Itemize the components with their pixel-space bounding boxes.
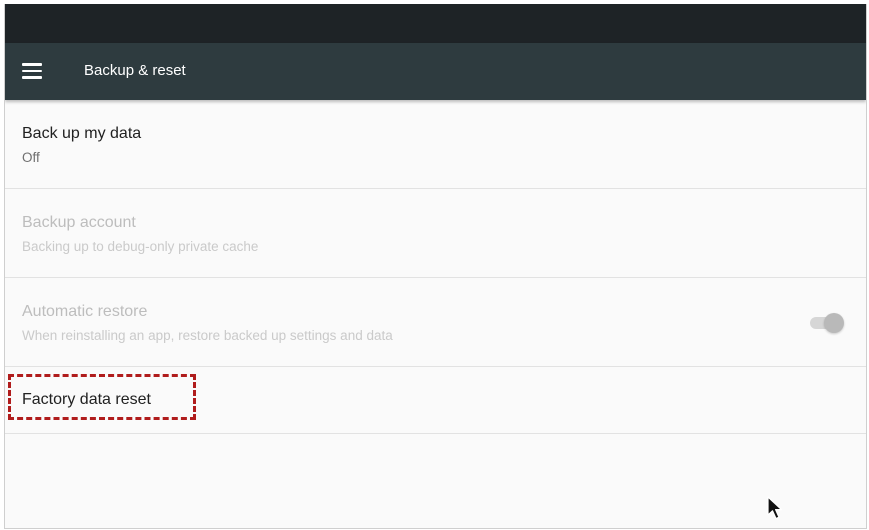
mouse-pointer-icon	[767, 496, 783, 520]
device-screen: Backup & reset Back up my data Off Backu…	[4, 4, 867, 529]
page-title: Backup & reset	[84, 62, 186, 79]
automatic-restore-toggle[interactable]	[808, 313, 844, 333]
toggle-thumb	[824, 313, 844, 333]
app-bar: Backup & reset	[5, 43, 866, 100]
setting-subtitle: When reinstalling an app, restore backed…	[22, 328, 393, 343]
setting-back-up-my-data[interactable]: Back up my data Off	[5, 100, 866, 189]
hamburger-menu-icon[interactable]	[22, 63, 42, 79]
setting-title: Backup account	[22, 214, 136, 231]
setting-automatic-restore: Automatic restore When reinstalling an a…	[5, 278, 866, 367]
setting-backup-account: Backup account Backing up to debug-only …	[5, 189, 866, 278]
setting-title: Factory data reset	[22, 391, 151, 408]
settings-list: Back up my data Off Backup account Backi…	[5, 100, 866, 434]
setting-title: Automatic restore	[22, 303, 148, 320]
status-bar	[5, 4, 866, 43]
setting-subtitle: Off	[22, 150, 40, 165]
setting-factory-data-reset[interactable]: Factory data reset	[5, 367, 866, 434]
setting-title: Back up my data	[22, 125, 142, 142]
setting-subtitle: Backing up to debug-only private cache	[22, 239, 259, 254]
